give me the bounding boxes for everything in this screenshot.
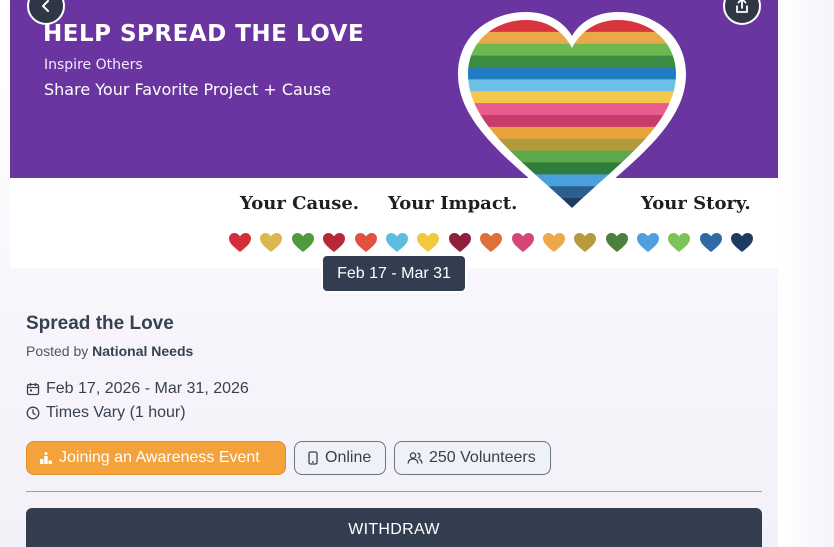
event-time-text: Times Vary (1 hour) xyxy=(46,404,186,421)
posted-by: Posted by National Needs xyxy=(26,343,193,359)
small-heart-icon xyxy=(260,233,283,252)
small-heart-icon xyxy=(542,233,565,252)
banner-subtitle-2: Share Your Favorite Project + Cause xyxy=(44,80,332,99)
mobile-device-icon xyxy=(308,451,318,465)
heart-stripe xyxy=(468,150,676,163)
small-heart-icon xyxy=(229,233,251,252)
date-range-pill: Feb 17 - Mar 31 xyxy=(321,254,467,293)
event-type-label: Joining an Awareness Event xyxy=(59,449,260,466)
small-heart-icon xyxy=(699,233,722,252)
heart-stripe xyxy=(468,103,676,116)
small-heart-icon xyxy=(385,233,408,252)
small-heart-icon xyxy=(574,233,597,252)
chevron-left-icon xyxy=(42,0,49,12)
event-title: Spread the Love xyxy=(26,313,174,334)
tagline-cause: Your Cause. xyxy=(240,193,360,214)
event-date-text: Feb 17, 2026 - Mar 31, 2026 xyxy=(46,380,249,397)
users-icon xyxy=(407,452,423,464)
banner-heading: HELP SPREAD THE LOVE xyxy=(43,21,365,47)
event-date-row: Feb 17, 2026 - Mar 31, 2026 xyxy=(26,380,249,398)
banner-subtitle-1: Inspire Others xyxy=(44,57,143,73)
heart-stripe xyxy=(468,79,676,92)
heart-stripe xyxy=(468,162,676,175)
tagline-story: Your Story. xyxy=(641,193,751,214)
organization-link[interactable]: National Needs xyxy=(92,343,193,359)
event-banner-image: HELP SPREAD THE LOVE Inspire Others Shar… xyxy=(10,0,778,268)
heart-stripe xyxy=(468,91,676,104)
volunteers-chip: 250 Volunteers xyxy=(394,441,551,475)
podium-icon xyxy=(40,452,52,464)
small-heart-icon xyxy=(668,233,691,252)
tagline-impact: Your Impact. xyxy=(388,193,518,214)
small-heart-icon xyxy=(731,233,754,252)
small-heart-icon xyxy=(448,233,471,252)
event-type-chip: Joining an Awareness Event xyxy=(26,441,286,475)
heart-stripe xyxy=(468,174,676,187)
withdraw-button[interactable]: WITHDRAW xyxy=(26,508,762,547)
small-heart-icon xyxy=(511,233,534,252)
location-label: Online xyxy=(325,449,372,466)
rainbow-heart-icon xyxy=(454,12,690,218)
heart-stripe xyxy=(468,55,676,68)
heart-stripe xyxy=(468,115,676,128)
small-heart-icon xyxy=(417,233,440,252)
heart-stripe xyxy=(468,67,676,80)
posted-by-prefix: Posted by xyxy=(26,343,89,359)
small-heart-icon xyxy=(323,233,346,252)
mini-hearts-row xyxy=(228,231,754,255)
clock-icon xyxy=(26,406,40,420)
share-icon xyxy=(736,0,748,13)
small-heart-icon xyxy=(291,233,314,252)
right-gutter xyxy=(778,0,834,547)
small-heart-icon xyxy=(605,233,628,252)
event-time-row: Times Vary (1 hour) xyxy=(26,404,186,422)
small-heart-icon xyxy=(480,233,503,252)
small-heart-icon xyxy=(354,233,377,252)
volunteers-label: 250 Volunteers xyxy=(429,449,536,466)
location-chip: Online xyxy=(294,441,386,475)
calendar-icon xyxy=(26,383,40,396)
section-divider xyxy=(26,491,762,492)
small-heart-icon xyxy=(637,233,660,252)
